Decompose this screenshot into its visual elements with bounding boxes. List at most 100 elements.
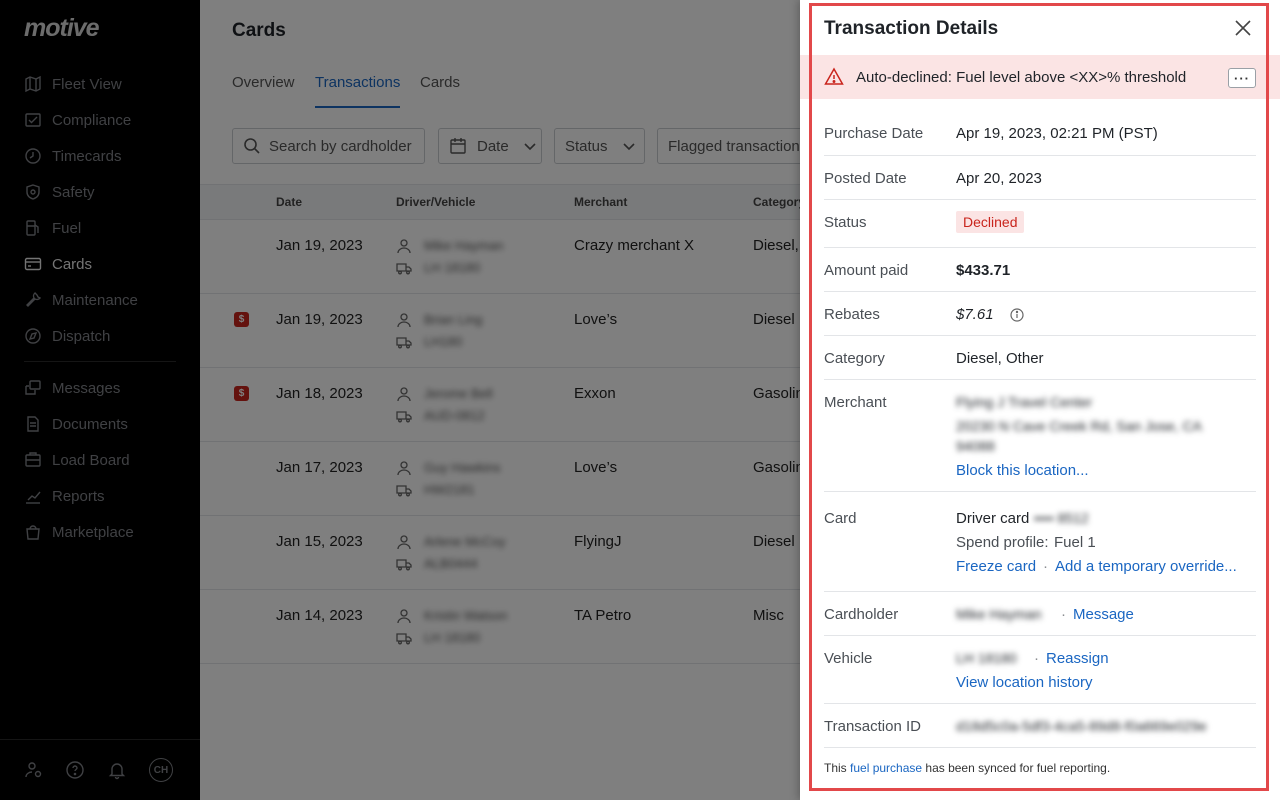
chevron-down-icon (521, 137, 539, 155)
search-icon (243, 137, 261, 155)
row-driver-name: Arlene McCoy (424, 534, 506, 549)
search-placeholder: Search by cardholder (269, 137, 412, 155)
detail-row-posted-date: Posted Date Apr 20, 2023 (824, 156, 1256, 200)
row-vehicle-id: LH 18180 (424, 630, 481, 645)
detail-label: Merchant (824, 394, 887, 411)
column-header-merchant[interactable]: Merchant (574, 195, 627, 209)
sidebar-item-label: Documents (52, 415, 128, 433)
truck-icon (396, 260, 412, 276)
sidebar-item-dispatch[interactable]: Dispatch (24, 324, 184, 348)
fuel-icon (24, 219, 42, 237)
detail-label: Cardholder (824, 606, 899, 623)
search-input[interactable]: Search by cardholder (232, 128, 425, 164)
person-icon (396, 312, 412, 328)
sidebar-item-documents[interactable]: Documents (24, 412, 184, 436)
nav-divider (24, 361, 176, 362)
date-filter[interactable]: Date (438, 128, 542, 164)
flagged-dollar-icon: $ (234, 312, 249, 327)
reassign-link[interactable]: Reassign (1046, 650, 1109, 667)
date-filter-label: Date (477, 137, 509, 155)
sidebar-item-compliance[interactable]: Compliance (24, 108, 184, 132)
row-date: Jan 19, 2023 (276, 311, 363, 328)
spend-profile-value: Fuel 1 (1054, 534, 1096, 551)
column-header-driver-vehicle[interactable]: Driver/Vehicle (396, 195, 475, 209)
freeze-card-link[interactable]: Freeze card (956, 558, 1036, 575)
dispatch-icon (24, 327, 42, 345)
close-icon (1235, 20, 1251, 36)
sidebar-item-fuel[interactable]: Fuel (24, 216, 184, 240)
fuel-purchase-link[interactable]: fuel purchase (850, 761, 922, 775)
purchase-date-value: Apr 19, 2023, 02:21 PM (PST) (956, 125, 1158, 142)
row-category: Gasolin (753, 459, 804, 476)
marketplace-icon (24, 523, 42, 541)
row-vehicle-id: ALB0444 (424, 556, 478, 571)
merchant-address-line1: 20230 N Cave Creek Rd, San Jose, CA (956, 418, 1202, 434)
temporary-override-link[interactable]: Add a temporary override... (1055, 558, 1237, 575)
alert-message: Auto-declined: Fuel level above <XX>% th… (856, 69, 1187, 86)
status-filter[interactable]: Status (554, 128, 645, 164)
sidebar-item-fleet-view[interactable]: Fleet View (24, 72, 184, 96)
more-options-button[interactable]: ··· (1228, 68, 1256, 88)
notifications-bell-icon[interactable] (105, 758, 129, 782)
flagged-filter-label: Flagged transaction (668, 137, 800, 155)
sidebar-item-timecards[interactable]: Timecards (24, 144, 184, 168)
sidebar-item-messages[interactable]: Messages (24, 376, 184, 400)
message-link[interactable]: Message (1073, 606, 1134, 623)
sidebar-item-label: Fleet View (52, 75, 122, 93)
help-icon[interactable] (63, 758, 87, 782)
detail-row-amount: Amount paid $433.71 (824, 248, 1256, 292)
panel-title: Transaction Details (824, 18, 999, 39)
row-date: Jan 18, 2023 (276, 385, 363, 402)
row-merchant: TA Petro (574, 607, 632, 624)
tab-cards[interactable]: Cards (420, 74, 460, 108)
chevron-down-icon (620, 137, 638, 155)
sidebar-item-safety[interactable]: Safety (24, 180, 184, 204)
sidebar-item-label: Safety (52, 183, 95, 201)
row-merchant: Crazy merchant X (574, 237, 695, 254)
info-icon[interactable] (1010, 308, 1024, 322)
wrench-icon (24, 291, 42, 309)
calendar-icon (449, 137, 467, 155)
tab-overview[interactable]: Overview (232, 74, 295, 108)
sidebar-item-cards[interactable]: Cards (24, 252, 184, 276)
detail-label: Vehicle (824, 650, 873, 667)
tab-transactions[interactable]: Transactions (315, 74, 401, 108)
detail-label: Posted Date (824, 170, 907, 187)
person-icon (396, 238, 412, 254)
card-icon (24, 255, 42, 273)
row-category: Misc (753, 607, 784, 624)
sidebar-item-maintenance[interactable]: Maintenance (24, 288, 184, 312)
view-location-history-link[interactable]: View location history (956, 674, 1092, 691)
sidebar-item-label: Load Board (52, 451, 130, 469)
truck-icon (396, 630, 412, 646)
detail-row-category: Category Diesel, Other (824, 336, 1256, 380)
sidebar-item-load-board[interactable]: Load Board (24, 448, 184, 472)
card-number: •••• 8512 (1034, 510, 1089, 526)
truck-icon (396, 408, 412, 424)
user-settings-icon[interactable] (22, 758, 46, 782)
row-driver-name: Kristin Watson (424, 608, 508, 623)
reports-icon (24, 487, 42, 505)
row-driver-name: Jerome Bell (424, 386, 493, 401)
row-driver-name: Guy Hawkins (424, 460, 501, 475)
avatar[interactable]: CH (149, 758, 173, 782)
transaction-id-value: d18d5c0a-5df3-4ca5-89d8-f0a669e029e (956, 718, 1207, 734)
cardholder-name: Mike Hayman (956, 606, 1042, 622)
block-location-link[interactable]: Block this location... (956, 462, 1089, 479)
sidebar-item-label: Cards (52, 255, 93, 273)
column-header-date[interactable]: Date (276, 195, 302, 209)
motive-logo[interactable]: motive (24, 14, 100, 43)
sidebar-item-marketplace[interactable]: Marketplace (24, 520, 184, 544)
row-date: Jan 19, 2023 (276, 237, 363, 254)
row-vehicle-id: AUD-0812 (424, 408, 485, 423)
sidebar-item-reports[interactable]: Reports (24, 484, 184, 508)
row-merchant: Love’s (574, 311, 618, 328)
spend-profile-label: Spend profile: (956, 534, 1049, 551)
column-header-category[interactable]: Category (753, 195, 805, 209)
close-button[interactable] (1232, 17, 1254, 39)
decline-alert-banner: Auto-declined: Fuel level above <XX>% th… (800, 55, 1280, 99)
detail-label: Status (824, 214, 867, 231)
detail-row-vehicle: Vehicle LH 18180 · Reassign View locatio… (824, 636, 1256, 704)
person-icon (396, 608, 412, 624)
sidebar-bottom-divider (0, 739, 200, 740)
